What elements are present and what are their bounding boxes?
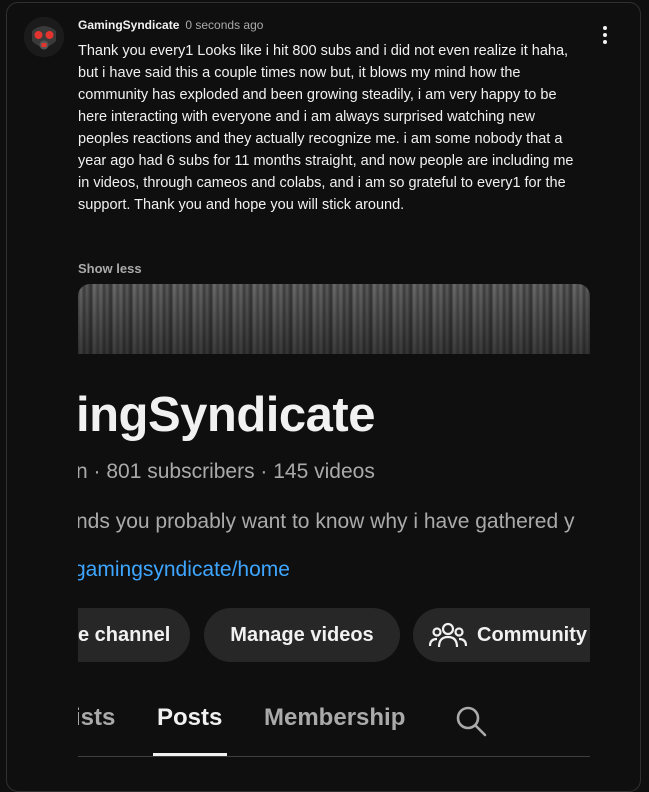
gas-mask-logo xyxy=(24,17,64,57)
tab-membership: Membership xyxy=(264,704,406,731)
channel-meta: n · 801 subscribers · 145 videos xyxy=(78,460,375,483)
people-icon xyxy=(429,622,467,648)
tab-playlists: ists xyxy=(78,704,116,731)
channel-description: nds you probably want to know why i have… xyxy=(78,510,575,533)
post-text-line-1: Thank you every1 Looks like i hit 800 su… xyxy=(78,43,569,59)
show-less-button[interactable]: Show less xyxy=(78,261,142,276)
post-body: Thank you every1 Looks like i hit 800 su… xyxy=(78,40,583,216)
tab-posts: Posts xyxy=(157,704,223,731)
customize-channel-label: e channel xyxy=(78,623,171,646)
author-avatar[interactable] xyxy=(24,17,64,57)
author-name[interactable]: GamingSyndicate xyxy=(78,18,179,32)
post-timestamp[interactable]: 0 seconds ago xyxy=(185,18,263,32)
post-header: GamingSyndicate 0 seconds ago xyxy=(78,18,263,32)
channel-banner xyxy=(78,284,590,354)
attached-image[interactable]: ingSyndicate n · 801 subscribers · 145 v… xyxy=(78,284,590,773)
more-vert-icon[interactable] xyxy=(594,26,616,50)
post-text-paragraph: but i have said this a couple times now … xyxy=(78,65,574,213)
manage-videos-label: Manage videos xyxy=(230,623,374,646)
channel-link: gamingsyndicate/home xyxy=(78,558,290,581)
community-button: Community xyxy=(413,608,590,662)
customize-channel-button: e channel xyxy=(78,608,190,662)
community-label: Community xyxy=(477,623,587,646)
channel-tabs: ists Posts Membership xyxy=(78,694,590,757)
channel-title: ingSyndicate xyxy=(78,388,375,442)
manage-videos-button: Manage videos xyxy=(204,608,400,662)
tabs-divider xyxy=(78,756,590,757)
search-icon xyxy=(454,704,488,743)
